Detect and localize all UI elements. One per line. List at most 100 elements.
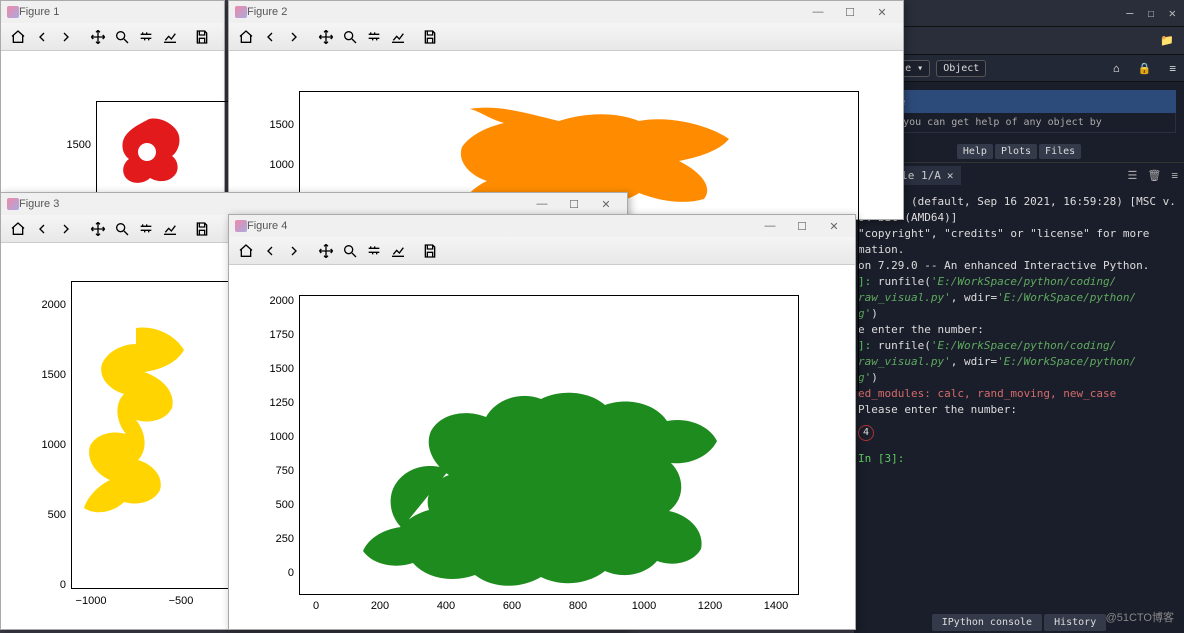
forward-icon[interactable]	[283, 26, 305, 48]
xtick: 800	[563, 600, 593, 612]
zoom-icon[interactable]	[339, 240, 361, 262]
figure-4-title: Figure 4	[247, 220, 287, 232]
tab-help[interactable]: Help	[957, 144, 993, 159]
figure-2-window[interactable]: Figure 2 — ☐ ✕ 1500 1000	[228, 0, 904, 220]
configure-icon[interactable]	[135, 26, 157, 48]
edit-icon[interactable]	[159, 26, 181, 48]
home-icon[interactable]	[7, 26, 29, 48]
zoom-icon[interactable]	[339, 26, 361, 48]
ide-max-button[interactable]: ☐	[1148, 6, 1155, 20]
figure-2-max-button[interactable]: ☐	[835, 3, 865, 21]
forward-icon[interactable]	[55, 26, 77, 48]
figure-3-title: Figure 3	[19, 198, 59, 210]
back-icon[interactable]	[31, 218, 53, 240]
figure-3-min-button[interactable]: —	[527, 195, 557, 213]
console-options-icon[interactable]: ☰	[1128, 169, 1138, 182]
ytick: 500	[254, 499, 294, 511]
zoom-icon[interactable]	[111, 26, 133, 48]
figure-3-close-button[interactable]: ✕	[591, 195, 621, 213]
ytick: 2000	[254, 295, 294, 307]
xtick: 0	[301, 600, 331, 612]
object-selector[interactable]: Object	[936, 60, 986, 77]
ytick: 1250	[254, 397, 294, 409]
ytick: 1000	[254, 431, 294, 443]
ytick: 1750	[254, 329, 294, 341]
usage-header: Usage	[862, 90, 1176, 113]
tab-ipython-console[interactable]: IPython console	[932, 614, 1042, 631]
configure-icon[interactable]	[363, 240, 385, 262]
back-icon[interactable]	[259, 26, 281, 48]
console-menu-icon[interactable]: ≡	[1171, 169, 1178, 182]
configure-icon[interactable]	[363, 26, 385, 48]
edit-icon[interactable]	[387, 26, 409, 48]
zoom-icon[interactable]	[111, 218, 133, 240]
figure-4-window[interactable]: Figure 4 — ☐ ✕ 2000 1750 1500 1250 1000 …	[228, 214, 856, 630]
xtick: 1200	[695, 600, 725, 612]
ytick: 500	[26, 509, 66, 521]
pan-icon[interactable]	[315, 240, 337, 262]
xtick: 400	[431, 600, 461, 612]
forward-icon[interactable]	[283, 240, 305, 262]
pan-icon[interactable]	[87, 218, 109, 240]
tab-history[interactable]: History	[1044, 614, 1106, 631]
figure-4-max-button[interactable]: ☐	[787, 217, 817, 235]
figure-4-close-button[interactable]: ✕	[819, 217, 849, 235]
ytick: 250	[254, 533, 294, 545]
ide-min-button[interactable]: —	[1126, 6, 1133, 20]
figure-2-min-button[interactable]: —	[803, 3, 833, 21]
lock-icon[interactable]: 🔒	[1138, 62, 1152, 75]
configure-icon[interactable]	[135, 218, 157, 240]
console-tab-close-icon[interactable]: ✕	[947, 169, 954, 182]
matplotlib-logo-icon	[235, 220, 247, 232]
figure-1-titlebar[interactable]: Figure 1	[1, 1, 224, 23]
xtick: −1000	[71, 595, 111, 607]
xtick: 1400	[761, 600, 791, 612]
save-icon[interactable]	[419, 240, 441, 262]
figure-1-window[interactable]: Figure 1 1500	[0, 0, 225, 200]
ide-close-button[interactable]: ✕	[1169, 6, 1176, 20]
tab-plots[interactable]: Plots	[995, 144, 1037, 159]
figure-3-titlebar[interactable]: Figure 3 — ☐ ✕	[1, 193, 627, 215]
figure-4-plot: 2000 1750 1500 1250 1000 750 500 250 0 0…	[229, 265, 855, 629]
menu-icon[interactable]: ≡	[1169, 62, 1176, 75]
home-icon[interactable]: ⌂	[1113, 62, 1120, 75]
figure-4-toolbar	[229, 237, 855, 265]
home-icon[interactable]	[7, 218, 29, 240]
ytick: 750	[254, 465, 294, 477]
console-trash-icon[interactable]: 🗑	[1147, 169, 1161, 182]
figure-4-min-button[interactable]: —	[755, 217, 785, 235]
open-folder-icon[interactable]: 📁	[1160, 34, 1174, 47]
back-icon[interactable]	[259, 240, 281, 262]
save-icon[interactable]	[191, 26, 213, 48]
back-icon[interactable]	[31, 26, 53, 48]
tab-files[interactable]: Files	[1039, 144, 1081, 159]
figure-1-plot: 1500	[1, 51, 224, 199]
ytick: 0	[26, 579, 66, 591]
pan-icon[interactable]	[87, 26, 109, 48]
next-prompt[interactable]: In [3]:	[858, 452, 904, 465]
figure-2-close-button[interactable]: ✕	[867, 3, 897, 21]
ytick: 1000	[254, 159, 294, 171]
figure-4-titlebar[interactable]: Figure 4 — ☐ ✕	[229, 215, 855, 237]
scatter-cluster	[109, 113, 189, 193]
circled-input: 4	[858, 425, 874, 441]
figure-1-toolbar	[1, 23, 224, 51]
usage-panel: Usage Here you can get help of any objec…	[862, 90, 1176, 133]
ytick: 1000	[26, 439, 66, 451]
xtick: 600	[497, 600, 527, 612]
save-icon[interactable]	[419, 26, 441, 48]
pan-icon[interactable]	[315, 26, 337, 48]
home-icon[interactable]	[235, 26, 257, 48]
figure-2-titlebar[interactable]: Figure 2 — ☐ ✕	[229, 1, 903, 23]
xtick: −500	[161, 595, 201, 607]
scatter-cluster	[76, 323, 246, 583]
save-icon[interactable]	[191, 218, 213, 240]
figure-3-max-button[interactable]: ☐	[559, 195, 589, 213]
matplotlib-logo-icon	[7, 198, 19, 210]
console-output[interactable]: n 3.9.7 (default, Sep 16 2021, 16:59:28)…	[854, 188, 1184, 473]
forward-icon[interactable]	[55, 218, 77, 240]
ytick: 1500	[51, 139, 91, 151]
edit-icon[interactable]	[159, 218, 181, 240]
home-icon[interactable]	[235, 240, 257, 262]
edit-icon[interactable]	[387, 240, 409, 262]
